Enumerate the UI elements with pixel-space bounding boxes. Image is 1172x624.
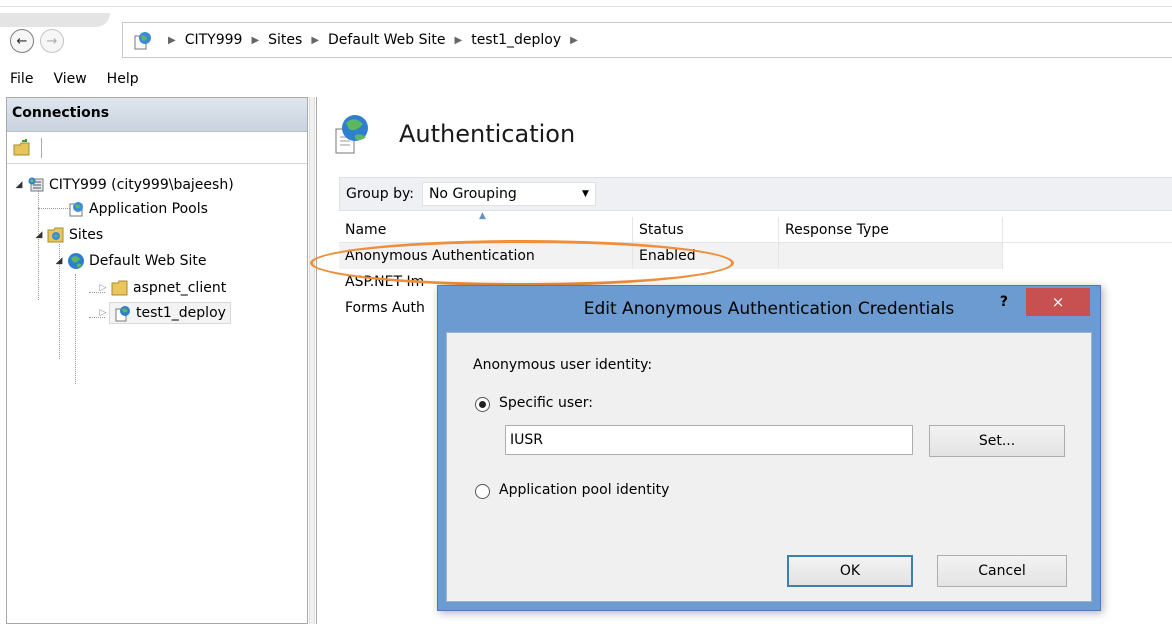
collapsed-arrow-icon[interactable]: ▷ <box>97 308 109 318</box>
menu-help[interactable]: Help <box>107 71 139 87</box>
specific-user-radio[interactable] <box>475 397 490 412</box>
collapsed-arrow-icon[interactable]: ▷ <box>97 283 109 293</box>
cancel-button[interactable]: Cancel <box>937 555 1067 587</box>
tree-item-server[interactable]: ◢ CITY999 (city999\bajeesh) <box>13 174 234 196</box>
column-header-name[interactable]: Name <box>339 216 633 243</box>
forward-button[interactable]: → <box>40 29 64 53</box>
chevron-right-icon[interactable]: ▶ <box>570 35 578 46</box>
tree-item-app-pools[interactable]: Application Pools <box>65 198 208 220</box>
connections-panel: Connections ◢ CITY999 (city999\bajeesh) <box>6 97 308 624</box>
tree-item-aspnet-client[interactable]: ▷ aspnet_client <box>97 277 227 299</box>
menu-view[interactable]: View <box>53 71 86 87</box>
chevron-right-icon: ▶ <box>168 34 176 46</box>
connections-toolbar <box>7 132 307 164</box>
chevron-right-icon: ▶ <box>454 34 463 46</box>
breadcrumb[interactable]: ▶ CITY999 ▶ Sites ▶ Default Web Site ▶ t… <box>122 22 1172 58</box>
expand-arrow-icon[interactable]: ◢ <box>13 180 25 190</box>
tree-label-app-pools: Application Pools <box>89 201 208 217</box>
chevron-right-icon: ▶ <box>311 34 320 46</box>
breadcrumb-item-server[interactable]: CITY999 <box>185 32 243 48</box>
page-header: Authentication <box>333 111 575 157</box>
tree-line <box>75 274 76 384</box>
group-by-label: Group by: <box>346 186 414 202</box>
breadcrumb-item-sites[interactable]: Sites <box>268 32 302 48</box>
menu-file[interactable]: File <box>10 71 33 87</box>
chevron-right-icon: ▶ <box>251 34 260 46</box>
edit-anonymous-auth-dialog: Edit Anonymous Authentication Credential… <box>437 285 1101 611</box>
menu-bar: File View Help <box>0 62 1172 96</box>
set-button[interactable]: Set... <box>929 425 1065 457</box>
forward-arrow-icon: → <box>46 33 58 49</box>
tree-label-sites: Sites <box>69 227 104 243</box>
expand-arrow-icon[interactable]: ◢ <box>53 256 65 266</box>
help-icon[interactable]: ? <box>1000 294 1008 310</box>
web-app-icon <box>115 306 130 322</box>
address-bar: ← → ▶ CITY999 ▶ Sites ▶ Default Web Site… <box>0 6 1172 62</box>
expand-arrow-icon[interactable]: ◢ <box>33 230 45 240</box>
close-button[interactable]: × <box>1026 288 1090 316</box>
globe-icon <box>134 32 151 50</box>
page-title: Authentication <box>399 120 576 148</box>
breadcrumb-item-test1-deploy[interactable]: test1_deploy <box>471 32 561 48</box>
authentication-icon <box>335 115 368 154</box>
table-header: ▲ Name Status Response Type <box>339 211 1172 243</box>
app-pools-icon <box>69 202 83 217</box>
tree-label-default-site: Default Web Site <box>89 253 207 269</box>
group-by-select[interactable]: No Grouping ▼ <box>421 182 596 206</box>
identity-label: Anonymous user identity: <box>473 357 653 373</box>
tree-item-sites[interactable]: ◢ Sites <box>33 224 104 246</box>
folder-icon <box>111 280 128 296</box>
back-button[interactable]: ← <box>10 29 34 53</box>
app-pool-identity-radio[interactable] <box>475 484 490 499</box>
breadcrumb-item-default-site[interactable]: Default Web Site <box>328 32 445 48</box>
dialog-body: Anonymous user identity: Specific user: … <box>446 332 1092 602</box>
tree-label-server: CITY999 (city999\bajeesh) <box>49 177 234 193</box>
connections-tree: ◢ CITY999 (city999\bajeesh) Application … <box>7 164 307 604</box>
sort-ascending-icon: ▲ <box>479 211 486 221</box>
connect-icon[interactable] <box>13 138 31 157</box>
tree-item-test1-deploy[interactable]: ▷ test1_deploy <box>97 302 231 324</box>
back-arrow-icon: ← <box>16 33 28 49</box>
ok-button[interactable]: OK <box>787 555 913 587</box>
highlight-ellipse <box>310 240 734 286</box>
column-header-response-type[interactable]: Response Type <box>779 216 1003 243</box>
nav-cap <box>0 13 110 27</box>
group-by-value: No Grouping <box>428 186 517 202</box>
toolbar-divider <box>41 137 42 158</box>
group-by-bar: Group by: No Grouping ▼ <box>339 177 1172 211</box>
server-icon <box>28 177 44 192</box>
close-icon: × <box>1051 293 1065 311</box>
tree-label-test1-deploy: test1_deploy <box>136 305 226 321</box>
specific-user-input[interactable]: IUSR <box>505 425 913 455</box>
cell-response <box>779 243 1003 269</box>
dropdown-arrow-icon: ▼ <box>582 189 589 199</box>
specific-user-label[interactable]: Specific user: <box>499 395 593 411</box>
app-pool-identity-label[interactable]: Application pool identity <box>499 482 669 498</box>
tree-label-aspnet-client: aspnet_client <box>133 280 227 296</box>
globe-icon <box>68 253 84 269</box>
sites-folder-icon <box>47 227 64 243</box>
panel-splitter[interactable] <box>309 97 315 624</box>
tree-selection[interactable]: test1_deploy <box>109 302 231 324</box>
column-header-blank <box>1003 217 1172 243</box>
column-header-status[interactable]: Status <box>633 216 779 243</box>
tree-item-default-site[interactable]: ◢ Default Web Site <box>53 250 206 272</box>
connections-title: Connections <box>7 98 307 132</box>
